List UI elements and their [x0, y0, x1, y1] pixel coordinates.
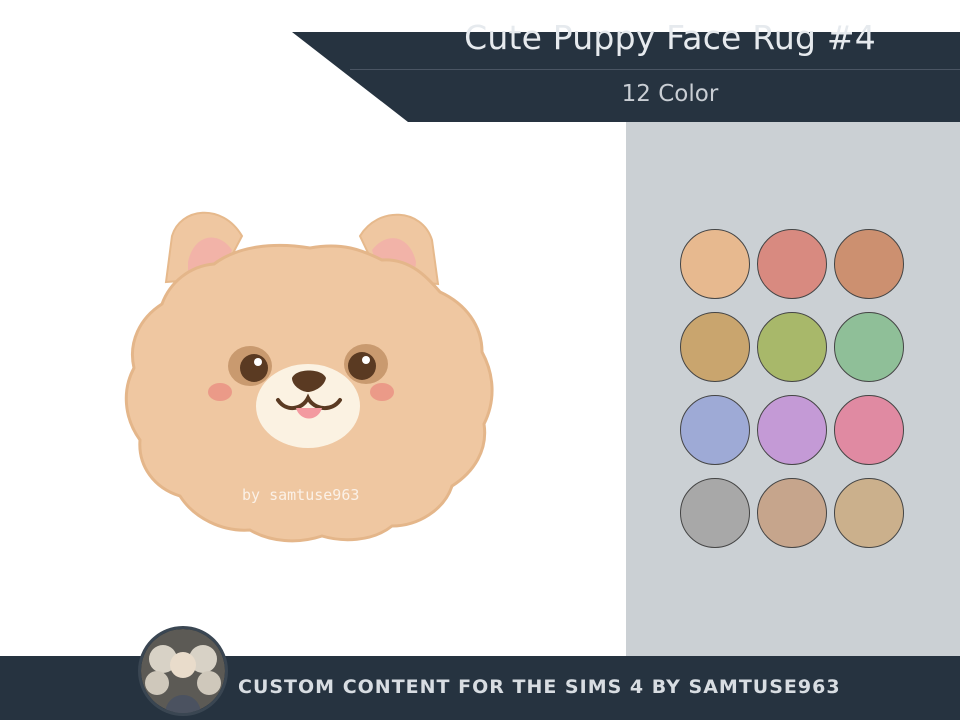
color-swatch-4 [680, 312, 750, 382]
color-swatch-10 [680, 478, 750, 548]
footer-credit: CUSTOM CONTENT FOR THE SIMS 4 BY SAMTUSE… [238, 676, 841, 698]
color-swatch-9 [834, 395, 904, 465]
header-banner: Cute Puppy Face Rug #4 12 Color [0, 0, 960, 122]
doll-portrait-icon [138, 626, 228, 716]
color-swatch-8 [757, 395, 827, 465]
color-swatch-11 [757, 478, 827, 548]
page-title: Cute Puppy Face Rug #4 [464, 18, 876, 57]
puppy-face-rug-image: by samtuse963 [124, 211, 494, 543]
left-cheek [208, 383, 232, 401]
right-eye [348, 352, 376, 380]
color-swatch-3 [834, 229, 904, 299]
color-swatch-2 [757, 229, 827, 299]
left-eye-shine [254, 358, 262, 366]
color-swatch-1 [680, 229, 750, 299]
color-count-label: 12 Color [621, 81, 719, 107]
color-swatch-7 [680, 395, 750, 465]
header-divider [350, 69, 960, 70]
color-swatch-grid [680, 229, 908, 548]
color-swatch-5 [757, 312, 827, 382]
rug-watermark: by samtuse963 [242, 486, 359, 504]
right-cheek [370, 383, 394, 401]
color-swatch-6 [834, 312, 904, 382]
left-eye [240, 354, 268, 382]
right-eye-shine [362, 356, 370, 364]
color-swatch-12 [834, 478, 904, 548]
avatar-image [141, 629, 225, 713]
